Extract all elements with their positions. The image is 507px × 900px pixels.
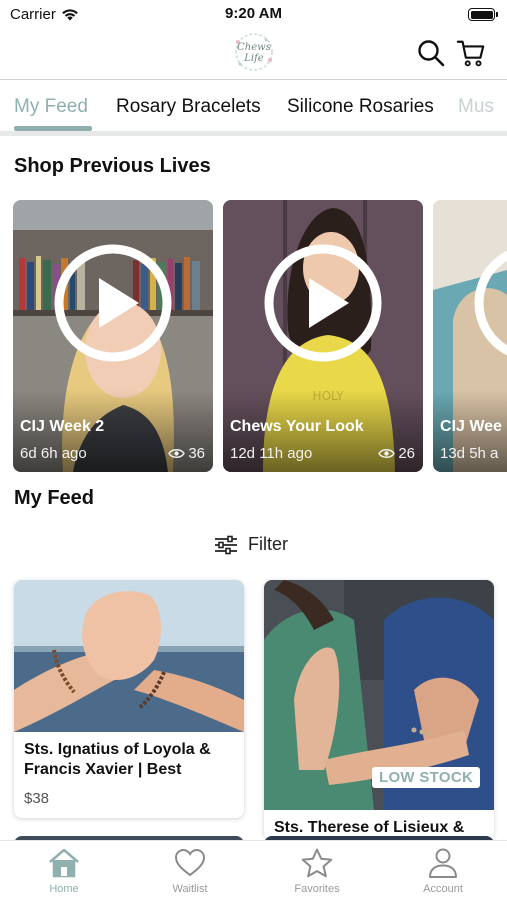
bottom-tab-bar: Home Waitlist Favorites Account [0, 840, 507, 900]
live-card[interactable]: HOLY Chews Your Look 12d 11h ago 26 [223, 200, 423, 472]
star-icon [301, 848, 333, 878]
cart-icon[interactable] [456, 38, 486, 68]
nav-favorites[interactable]: Favorites [267, 847, 367, 895]
tab-rosary-bracelets[interactable]: Rosary Bracelets [116, 96, 261, 118]
section-title-previous-lives: Shop Previous Lives [14, 155, 211, 177]
nav-favorites-label: Favorites [294, 883, 340, 895]
play-icon[interactable] [54, 244, 172, 362]
tab-silicone-rosaries[interactable]: Silicone Rosaries [287, 96, 434, 118]
sliders-icon [215, 535, 237, 554]
product-image [14, 580, 244, 732]
home-icon [49, 848, 79, 878]
live-title: Chews Your Look [230, 418, 364, 435]
live-title: CIJ Wee [440, 418, 502, 435]
low-stock-badge: LOW STOCK [372, 767, 481, 788]
view-count: 36 [188, 445, 205, 462]
live-age: 12d 11h ago [230, 445, 313, 462]
svg-text:Life: Life [243, 53, 264, 64]
search-icon[interactable] [416, 38, 446, 68]
clock: 9:20 AM [225, 5, 282, 22]
product-card[interactable]: Sts. Ignatius of Loyola & Francis Xavier… [14, 580, 244, 818]
nav-home-label: Home [49, 883, 79, 895]
product-price: $38 [24, 790, 50, 807]
product-name: Sts. Ignatius of Loyola & Francis Xavier… [24, 741, 211, 778]
play-icon[interactable] [474, 244, 507, 362]
nav-waitlist[interactable]: Waitlist [140, 847, 240, 895]
active-tab-indicator [14, 126, 92, 131]
logo-wreath-icon: Chews Life [235, 33, 273, 71]
battery-icon [468, 8, 498, 21]
product-card[interactable]: LOW STOCK Sts. Therese of Lisieux & [264, 580, 494, 840]
person-icon [429, 848, 457, 878]
section-title-my-feed: My Feed [14, 487, 95, 509]
nav-home[interactable]: Home [14, 847, 114, 895]
nav-waitlist-label: Waitlist [172, 883, 208, 895]
live-age: 13d 5h a [440, 445, 499, 462]
product-name: Sts. Therese of Lisieux & [274, 819, 465, 836]
live-card[interactable]: CIJ Wee 13d 5h a [433, 200, 507, 472]
play-icon[interactable] [264, 244, 382, 362]
nav-account-label: Account [423, 883, 463, 895]
status-bar: Carrier 9:20 AM [0, 0, 507, 28]
eye-icon [168, 449, 186, 458]
live-views: 26 [378, 445, 415, 462]
tab-music[interactable]: Mus [458, 96, 494, 118]
live-title: CIJ Week 2 [20, 418, 105, 435]
category-tabs: My Feed Rosary Bracelets Silicone Rosari… [0, 80, 507, 136]
eye-icon [378, 449, 396, 458]
view-count: 26 [398, 445, 415, 462]
live-card[interactable]: CIJ Week 2 6d 6h ago 36 [13, 200, 213, 472]
nav-account[interactable]: Account [393, 847, 493, 895]
live-views: 36 [168, 445, 205, 462]
tab-my-feed[interactable]: My Feed [14, 96, 88, 118]
filter-button[interactable]: Filter [214, 534, 288, 555]
live-age: 6d 6h ago [20, 445, 87, 462]
heart-icon [174, 848, 206, 877]
brand-logo[interactable]: Chews Life [226, 30, 282, 74]
svg-text:Chews: Chews [237, 42, 271, 53]
app-header: Chews Life [0, 28, 507, 80]
filter-label: Filter [248, 534, 288, 554]
previous-lives-carousel[interactable]: CIJ Week 2 6d 6h ago 36 HOLY Ch [0, 200, 507, 472]
